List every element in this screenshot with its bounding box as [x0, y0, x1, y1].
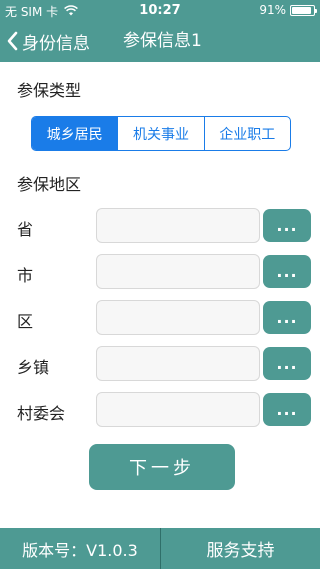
nav-bar: 身份信息 参保信息1 — [0, 20, 320, 62]
status-bar: 无 SIM 卡 10:27 91% — [0, 0, 320, 20]
version-label: 版本号：V1.0.3 — [0, 528, 161, 569]
village-committee-label: 村委会 — [17, 404, 66, 423]
township-select-button[interactable]: ... — [263, 347, 311, 380]
district-input[interactable] — [96, 300, 260, 335]
province-input[interactable] — [96, 208, 260, 243]
battery-level — [292, 6, 312, 14]
region-title: 参保地区 — [17, 175, 82, 194]
page-title: 参保信息1 — [123, 31, 202, 51]
segment-urban-rural[interactable]: 城乡居民 — [32, 117, 118, 150]
back-button[interactable]: 身份信息 — [6, 20, 90, 62]
back-label: 身份信息 — [22, 33, 90, 54]
battery-info: 91% — [259, 3, 317, 17]
district-label: 区 — [17, 312, 34, 331]
insurance-type-title: 参保类型 — [17, 81, 82, 100]
battery-icon — [290, 4, 317, 16]
segment-enterprise-employee[interactable]: 企业职工 — [203, 117, 290, 150]
township-input[interactable] — [96, 346, 260, 381]
province-label: 省 — [17, 220, 34, 239]
battery-percent: 91% — [259, 3, 286, 17]
province-select-button[interactable]: ... — [263, 209, 311, 242]
insurance-type-segment: 城乡居民 机关事业 企业职工 — [31, 116, 291, 151]
footer-bar: 版本号：V1.0.3 服务支持 — [0, 528, 320, 569]
next-button[interactable]: 下一步 — [89, 444, 235, 490]
chevron-left-icon — [7, 31, 18, 51]
city-label: 市 — [17, 266, 34, 285]
village-committee-input[interactable] — [96, 392, 260, 427]
city-input[interactable] — [96, 254, 260, 289]
top-bar: 无 SIM 卡 10:27 91% 身份信息 参保信息1 — [0, 0, 320, 62]
city-select-button[interactable]: ... — [263, 255, 311, 288]
segment-public-institution[interactable]: 机关事业 — [117, 117, 203, 150]
district-select-button[interactable]: ... — [263, 301, 311, 334]
village-committee-select-button[interactable]: ... — [263, 393, 311, 426]
township-label: 乡镇 — [17, 358, 50, 377]
service-support-button[interactable]: 服务支持 — [161, 528, 320, 569]
